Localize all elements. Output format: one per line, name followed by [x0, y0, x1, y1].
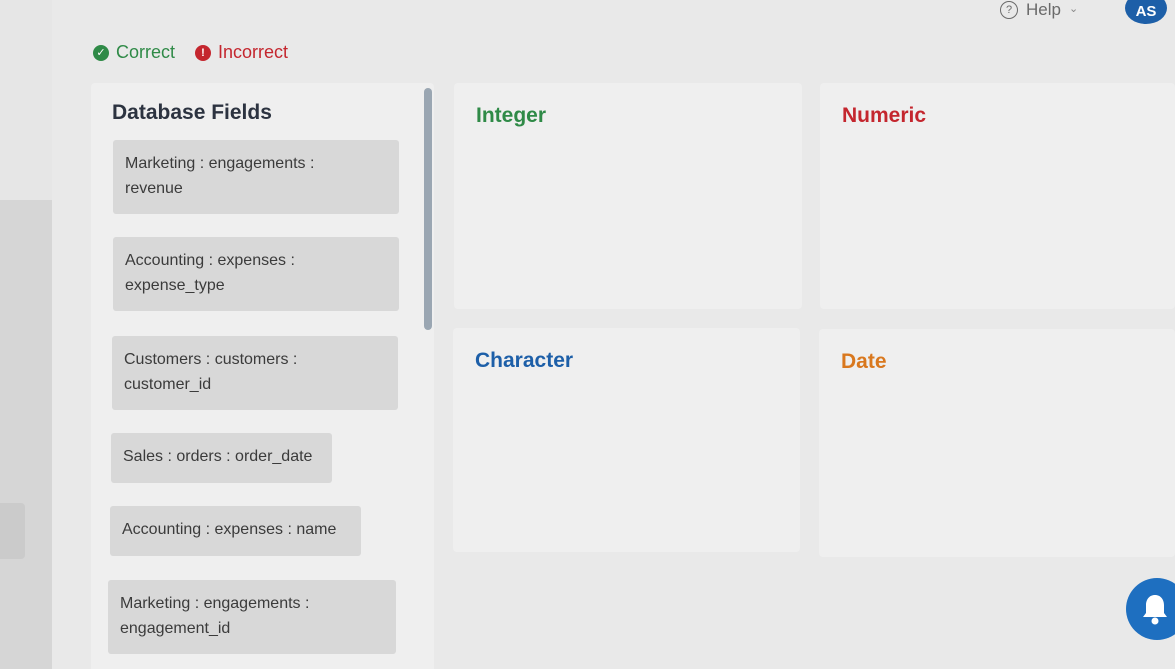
numeric-drop-zone[interactable]: Numeric — [820, 83, 1175, 309]
field-card-line1: Sales : orders : order_date — [123, 448, 313, 465]
database-fields-title: Database Fields — [112, 101, 272, 124]
field-card-line1: Marketing : engagements : — [120, 595, 310, 612]
fields-scrollbar[interactable] — [424, 88, 432, 330]
field-card-line1: Customers : customers : — [124, 351, 298, 368]
date-drop-zone[interactable]: Date — [819, 329, 1175, 557]
field-card[interactable]: Customers : customers : customer_id — [112, 336, 398, 410]
field-card-line2: expense_type — [125, 277, 225, 294]
field-card[interactable]: Marketing : engagements : revenue — [113, 140, 399, 214]
check-circle-icon: ✓ — [93, 44, 109, 61]
field-card[interactable]: Sales : orders : order_date — [111, 433, 332, 483]
field-card-line2: customer_id — [124, 376, 212, 393]
field-card-line1: Accounting : expenses : — [125, 252, 295, 269]
exclamation-circle-icon: ! — [195, 44, 212, 61]
field-card-line2: engagement_id — [120, 620, 231, 637]
app-page: ? Help ⌄ AS ✓ Correct ! Incorrect Databa… — [0, 0, 1175, 669]
character-zone-title: Character — [475, 349, 574, 372]
integer-drop-zone[interactable]: Integer — [454, 83, 802, 309]
field-card[interactable]: Accounting : expenses : expense_type — [113, 237, 399, 311]
character-drop-zone[interactable]: Character — [453, 328, 800, 552]
answer-legend: ✓ Correct ! Incorrect — [93, 42, 308, 63]
left-side-tab[interactable] — [0, 503, 25, 559]
field-card[interactable]: Marketing : engagements : engagement_id — [108, 580, 396, 654]
left-strip-lower — [0, 200, 52, 669]
field-card[interactable]: Accounting : expenses : name — [110, 506, 361, 556]
legend-correct-label: Correct — [116, 42, 176, 62]
database-fields-panel: Database Fields Marketing : engagements … — [91, 83, 434, 669]
legend-incorrect-label: Incorrect — [218, 42, 289, 62]
avatar-initials: AS — [1135, 3, 1157, 20]
date-zone-title: Date — [841, 350, 887, 373]
question-circle-icon: ? — [1000, 1, 1018, 19]
bell-icon — [1143, 595, 1167, 625]
legend-incorrect: ! Incorrect — [195, 42, 288, 63]
numeric-zone-title: Numeric — [842, 104, 927, 127]
integer-zone-title: Integer — [476, 104, 547, 127]
legend-correct: ✓ Correct — [93, 42, 175, 63]
field-card-line1: Marketing : engagements : — [125, 155, 315, 172]
chevron-down-icon: ⌄ — [1068, 2, 1079, 15]
field-card-line1: Accounting : expenses : name — [122, 521, 337, 538]
field-card-line2: revenue — [125, 180, 183, 197]
help-label: Help — [1026, 0, 1061, 19]
help-menu[interactable]: ? Help ⌄ — [1000, 0, 1078, 20]
